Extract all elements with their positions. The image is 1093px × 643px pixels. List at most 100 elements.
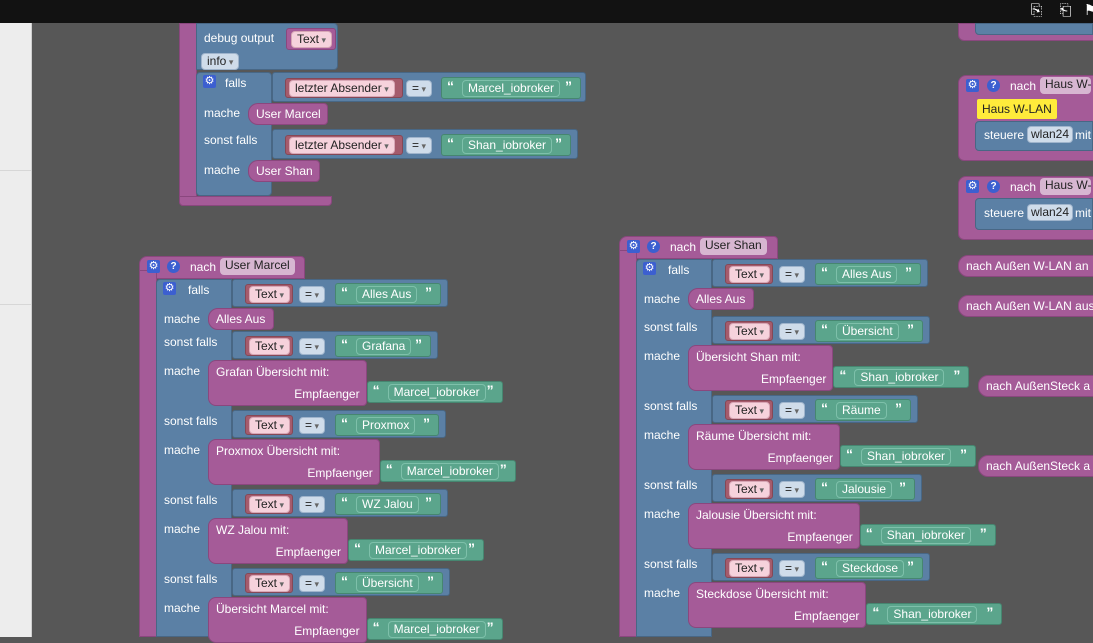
text-value-field[interactable]: Shan_iobroker	[462, 137, 553, 154]
procedure-call[interactable]: Grafan Übersicht mit: Empfaenger	[208, 360, 367, 406]
debug-output-block[interactable]: debug output Text info	[196, 23, 338, 70]
parameter-value-field[interactable]: Shan_iobroker	[887, 606, 978, 623]
variable-dropdown[interactable]: Text	[729, 560, 771, 577]
help-icon[interactable]: ?	[987, 79, 1000, 92]
compare-block[interactable]: Text = “ Proxmox ”	[232, 410, 446, 438]
text-value-field[interactable]: Übersicht	[836, 323, 899, 340]
procedure-name-field[interactable]: Haus W-	[1040, 77, 1092, 94]
debug-variable-dropdown[interactable]: Text	[291, 31, 333, 48]
procedure-name-field[interactable]: User Shan	[700, 238, 767, 255]
compare-block[interactable]: Text = “ Steckdose”	[712, 553, 930, 581]
text-value-field[interactable]: Marcel_iobroker	[462, 80, 561, 97]
help-icon[interactable]: ?	[987, 180, 1000, 193]
gear-icon[interactable]: ⚙	[203, 75, 216, 88]
help-icon[interactable]: ?	[647, 240, 660, 253]
operator-dropdown[interactable]: =	[779, 266, 806, 283]
text-value-field[interactable]: Proxmox	[356, 417, 416, 434]
compare-block[interactable]: Text = “ Übersicht ”	[712, 316, 930, 344]
variable-dropdown[interactable]: Text	[249, 338, 291, 355]
text-value-field[interactable]: Räume	[836, 402, 887, 419]
operator-dropdown[interactable]: =	[299, 575, 326, 592]
procedure-call-user-marcel[interactable]: User Marcel	[248, 103, 328, 125]
compare-block[interactable]: Text = “ Alles Aus ”	[712, 259, 928, 287]
compare-block[interactable]: letzter Absender = “ Marcel_iobroker ”	[272, 72, 586, 102]
toolbox-panel[interactable]	[0, 23, 32, 637]
operator-dropdown[interactable]: =	[406, 80, 433, 97]
import-icon[interactable]: ⎗	[1057, 2, 1074, 20]
parameter-value-field[interactable]: Marcel_iobroker	[400, 463, 499, 480]
debug-level-dropdown[interactable]: info	[201, 53, 240, 70]
procedure-call[interactable]: Alles Aus	[688, 288, 754, 310]
operator-dropdown[interactable]: =	[299, 286, 326, 303]
compare-block[interactable]: Text = “ Jalousie ”	[712, 474, 922, 502]
procedure-call[interactable]: Steckdose Übersicht mit: Empfaenger	[688, 582, 867, 628]
parameter-value-field[interactable]: Marcel_iobroker	[387, 384, 486, 401]
procedure-aussensteck-1[interactable]: nach AußenSteck a	[978, 375, 1093, 397]
parameter-value-field[interactable]: Shan_iobroker	[880, 527, 971, 544]
operator-dropdown[interactable]: =	[299, 417, 326, 434]
compare-block[interactable]: Text = “ Grafana”	[232, 331, 438, 359]
procedure-aussen-wlan-an[interactable]: nach Außen W-LAN an	[958, 255, 1093, 277]
parameter-text-block[interactable]: “ Shan_iobroker ”	[859, 524, 996, 546]
procedure-call[interactable]: Jalousie Übersicht mit: Empfaenger	[688, 503, 860, 549]
text-value-field[interactable]: Steckdose	[836, 560, 905, 577]
operator-dropdown[interactable]: =	[299, 338, 326, 355]
device-dropdown[interactable]: wlan24	[1027, 126, 1074, 143]
gear-icon[interactable]: ⚙	[966, 79, 979, 92]
compare-block[interactable]: letzter Absender = “ Shan_iobroker ”	[272, 129, 578, 159]
gear-icon[interactable]: ⚙	[163, 282, 176, 295]
variable-dropdown[interactable]: Text	[729, 323, 771, 340]
export-icon[interactable]: ⎘	[1028, 2, 1045, 20]
variable-dropdown[interactable]: Text	[249, 496, 291, 513]
procedure-call[interactable]: Übersicht Shan mit: Empfaenger	[688, 345, 834, 391]
procedure-aussen-wlan-aus[interactable]: nach Außen W-LAN aus	[958, 295, 1093, 317]
text-value-field[interactable]: WZ Jalou	[356, 496, 419, 513]
procedure-call[interactable]: WZ Jalou mit: Empfaenger	[208, 518, 348, 564]
more-icon[interactable]: ⚑	[1082, 2, 1093, 20]
text-value-field[interactable]: Übersicht	[356, 575, 419, 592]
text-value-field[interactable]: Alles Aus	[356, 286, 418, 303]
procedure-call[interactable]: Proxmox Übersicht mit: Empfaenger	[208, 439, 380, 485]
operator-dropdown[interactable]: =	[779, 481, 806, 498]
variable-dropdown[interactable]: Text	[729, 402, 771, 419]
text-value-field[interactable]: Jalousie	[836, 481, 893, 498]
operator-dropdown[interactable]: =	[779, 323, 806, 340]
procedure-call[interactable]: Übersicht Marcel mit: Empfaenger	[208, 597, 367, 643]
parameter-value-field[interactable]: Marcel_iobroker	[369, 542, 468, 559]
help-icon[interactable]: ?	[167, 260, 180, 273]
procedure-call[interactable]: Räume Übersicht mit: Empfaenger	[688, 424, 840, 470]
operator-dropdown[interactable]: =	[779, 560, 806, 577]
parameter-text-block[interactable]: “ Marcel_iobroker”	[348, 539, 484, 561]
parameter-value-field[interactable]: Shan_iobroker	[854, 369, 945, 386]
device-dropdown[interactable]: wlan24	[1027, 204, 1074, 221]
gear-icon[interactable]: ⚙	[643, 262, 656, 275]
parameter-text-block[interactable]: “ Marcel_iobroker”	[379, 460, 516, 482]
procedure-name-field[interactable]: Haus W-	[1040, 178, 1092, 195]
variable-dropdown[interactable]: Text	[249, 417, 291, 434]
gear-icon[interactable]: ⚙	[627, 240, 640, 253]
parameter-text-block[interactable]: “ Shan_iobroker ”	[833, 366, 970, 388]
compare-block[interactable]: Text = “ Räume ”	[712, 395, 918, 423]
operator-dropdown[interactable]: =	[299, 496, 326, 513]
parameter-value-field[interactable]: Marcel_iobroker	[387, 621, 486, 638]
variable-dropdown[interactable]: letzter Absender	[289, 80, 395, 97]
variable-dropdown[interactable]: letzter Absender	[289, 137, 395, 154]
variable-dropdown[interactable]: Text	[249, 575, 291, 592]
text-value-field[interactable]: Grafana	[356, 338, 412, 355]
parameter-text-block[interactable]: “ Shan_iobroker ”	[840, 445, 976, 467]
text-value-field[interactable]: Alles Aus	[836, 266, 898, 283]
parameter-value-field[interactable]: Shan_iobroker	[861, 448, 952, 465]
parameter-text-block[interactable]: “ Shan_iobroker ”	[866, 603, 1003, 625]
variable-dropdown[interactable]: Text	[249, 286, 291, 303]
procedure-aussensteck-2[interactable]: nach AußenSteck a	[978, 455, 1093, 477]
gear-icon[interactable]: ⚙	[966, 180, 979, 193]
gear-icon[interactable]: ⚙	[147, 260, 160, 273]
procedure-call[interactable]: Alles Aus	[208, 308, 274, 330]
procedure-name-field[interactable]: User Marcel	[220, 258, 295, 275]
compare-block[interactable]: Text = “ WZ Jalou ”	[232, 489, 448, 517]
operator-dropdown[interactable]: =	[406, 137, 433, 154]
variable-dropdown[interactable]: Text	[729, 481, 771, 498]
compare-block[interactable]: Text = “ Übersicht ”	[232, 568, 450, 596]
procedure-call-user-shan[interactable]: User Shan	[248, 160, 320, 182]
operator-dropdown[interactable]: =	[779, 402, 806, 419]
